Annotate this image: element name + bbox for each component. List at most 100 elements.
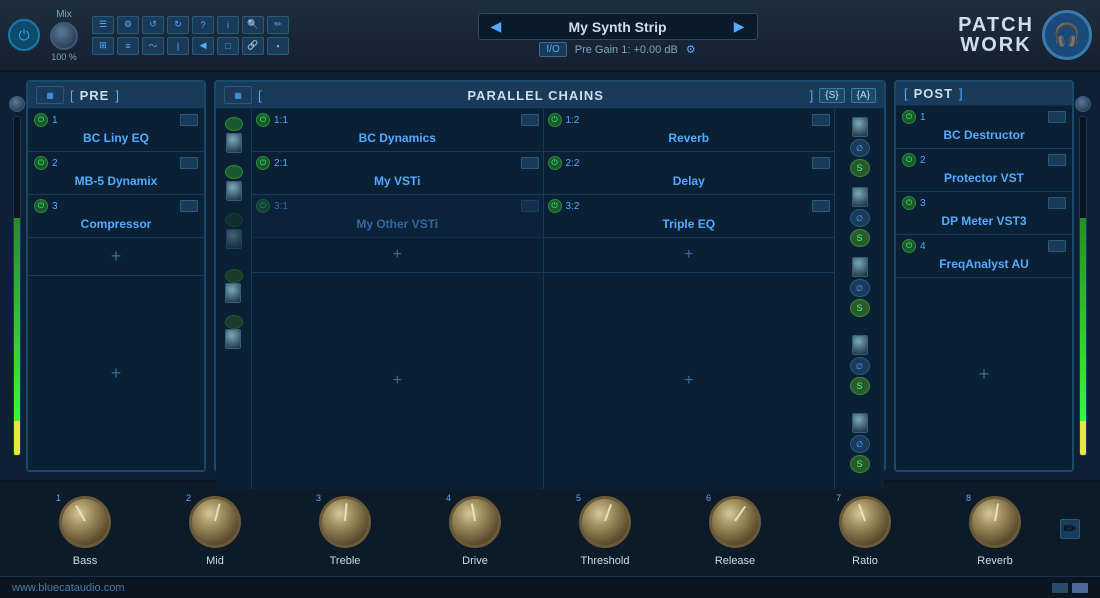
chain1-add2[interactable]: + bbox=[252, 273, 543, 489]
chain2-plugin3-name[interactable]: Triple EQ bbox=[548, 215, 831, 233]
post-slot4-menu[interactable] bbox=[1048, 240, 1066, 252]
chain1-add1[interactable]: + bbox=[252, 238, 543, 273]
chain1-power[interactable] bbox=[225, 117, 243, 131]
preset-next-arrow[interactable]: ▶ bbox=[734, 18, 745, 35]
chain2-slot3-power[interactable]: ⏻ bbox=[548, 199, 562, 213]
knob-drive[interactable] bbox=[449, 496, 501, 548]
vol-icon[interactable]: ▪ bbox=[267, 37, 289, 55]
link-icon[interactable]: 🔗 bbox=[242, 37, 264, 55]
conn3-s[interactable]: S bbox=[850, 299, 870, 317]
chain1-plugin1-name[interactable]: BC Dynamics bbox=[256, 129, 539, 147]
redo-icon[interactable]: ↻ bbox=[167, 16, 189, 34]
conn5-knob[interactable] bbox=[852, 413, 868, 433]
post-slot1-menu[interactable] bbox=[1048, 111, 1066, 123]
footer-btn-2[interactable] bbox=[1072, 583, 1088, 593]
window-icon[interactable]: □ bbox=[217, 37, 239, 55]
post-slot3-power[interactable]: ⏻ bbox=[902, 196, 916, 210]
grid-icon[interactable]: ⊞ bbox=[92, 37, 114, 55]
chain1-slot2-power[interactable]: ⏻ bbox=[256, 156, 270, 170]
post-slot2-menu[interactable] bbox=[1048, 154, 1066, 166]
chain2-slot2-power[interactable]: ⏻ bbox=[548, 156, 562, 170]
pre-slot3-power[interactable]: ⏻ bbox=[34, 199, 48, 213]
chain3-knob[interactable] bbox=[226, 229, 242, 249]
knob-treble[interactable] bbox=[319, 496, 371, 548]
chain2-add2[interactable]: + bbox=[544, 273, 835, 489]
pre-plugin2-name[interactable]: MB-5 Dynamix bbox=[34, 172, 198, 190]
zoom-icon[interactable]: 🔍 bbox=[242, 16, 264, 34]
power-button[interactable]: ⏻ bbox=[8, 19, 40, 51]
edit-pencil-icon[interactable]: ✏ bbox=[1060, 519, 1080, 539]
pre-add-slot-2[interactable]: + bbox=[28, 276, 204, 470]
settings2-icon[interactable]: ⚙ bbox=[686, 43, 696, 56]
pre-slot3-menu[interactable] bbox=[180, 200, 198, 212]
chain1-slot2-menu[interactable] bbox=[521, 157, 539, 169]
io-button[interactable]: I/O bbox=[539, 42, 566, 57]
chain1-slot1-menu[interactable] bbox=[521, 114, 539, 126]
post-plugin2-name[interactable]: Protector VST bbox=[902, 169, 1066, 187]
edit2-icon[interactable]: ✏ bbox=[267, 16, 289, 34]
chain4-knob[interactable] bbox=[225, 283, 241, 303]
knob-ratio[interactable] bbox=[839, 496, 891, 548]
preset-prev-arrow[interactable]: ◀ bbox=[491, 18, 502, 35]
conn1-knob[interactable] bbox=[852, 117, 868, 137]
chain2-slot3-menu[interactable] bbox=[812, 200, 830, 212]
menu-icon[interactable]: ☰ bbox=[92, 16, 114, 34]
chain2-slot1-power[interactable]: ⏻ bbox=[548, 113, 562, 127]
conn1-btn[interactable]: ∅ bbox=[850, 139, 870, 157]
chain2-slot1-menu[interactable] bbox=[812, 114, 830, 126]
conn5-btn[interactable]: ∅ bbox=[850, 435, 870, 453]
knob-reverb[interactable] bbox=[969, 496, 1021, 548]
conn4-s[interactable]: S bbox=[850, 377, 870, 395]
mix-knob[interactable] bbox=[50, 22, 78, 50]
footer-btn-1[interactable] bbox=[1052, 583, 1068, 593]
undo-icon[interactable]: ↺ bbox=[142, 16, 164, 34]
post-plugin1-name[interactable]: BC Destructor bbox=[902, 126, 1066, 144]
post-add-slot[interactable]: + bbox=[896, 278, 1072, 470]
post-plugin4-name[interactable]: FreqAnalyst AU bbox=[902, 255, 1066, 273]
list-icon[interactable]: ≡ bbox=[117, 37, 139, 55]
meter-left-knob[interactable] bbox=[9, 96, 25, 112]
parallel-badge2[interactable]: {A} bbox=[851, 88, 876, 103]
knob-threshold[interactable] bbox=[579, 496, 631, 548]
chain2-plugin2-name[interactable]: Delay bbox=[548, 172, 831, 190]
conn2-s[interactable]: S bbox=[850, 229, 870, 247]
bar-icon[interactable]: | bbox=[167, 37, 189, 55]
help-icon[interactable]: ? bbox=[192, 16, 214, 34]
post-slot2-power[interactable]: ⏻ bbox=[902, 153, 916, 167]
info-icon[interactable]: i bbox=[217, 16, 239, 34]
parallel-badge1[interactable]: {S} bbox=[819, 88, 844, 103]
chain4-power[interactable] bbox=[225, 269, 243, 283]
conn4-btn[interactable]: ∅ bbox=[850, 357, 870, 375]
pre-slot1-power[interactable]: ⏻ bbox=[34, 113, 48, 127]
conn5-s[interactable]: S bbox=[850, 455, 870, 473]
pre-slot1-menu[interactable] bbox=[180, 114, 198, 126]
chain5-knob[interactable] bbox=[225, 329, 241, 349]
pre-plugin1-name[interactable]: BC Liny EQ bbox=[34, 129, 198, 147]
chain2-add1[interactable]: + bbox=[544, 238, 835, 273]
chain2-power[interactable] bbox=[225, 165, 243, 179]
knob-release[interactable] bbox=[709, 496, 761, 548]
chain3-power[interactable] bbox=[225, 213, 243, 227]
conn3-knob[interactable] bbox=[852, 257, 868, 277]
chain1-slot3-power[interactable]: ⏻ bbox=[256, 199, 270, 213]
knob-mid[interactable] bbox=[189, 496, 241, 548]
chain1-plugin3-name[interactable]: My Other VSTi bbox=[256, 215, 539, 233]
wave-icon[interactable]: 〜 bbox=[142, 37, 164, 55]
conn1-s[interactable]: S bbox=[850, 159, 870, 177]
post-plugin3-name[interactable]: DP Meter VST3 bbox=[902, 212, 1066, 230]
knob-bass[interactable] bbox=[59, 496, 111, 548]
chain1-plugin2-name[interactable]: My VSTi bbox=[256, 172, 539, 190]
conn2-btn[interactable]: ∅ bbox=[850, 209, 870, 227]
post-slot1-power[interactable]: ⏻ bbox=[902, 110, 916, 124]
post-slot3-menu[interactable] bbox=[1048, 197, 1066, 209]
chain5-power[interactable] bbox=[225, 315, 243, 329]
chain2-knob[interactable] bbox=[226, 181, 242, 201]
meter-right-knob[interactable] bbox=[1075, 96, 1091, 112]
pre-add-slot-1[interactable]: + bbox=[28, 238, 204, 276]
conn3-btn[interactable]: ∅ bbox=[850, 279, 870, 297]
settings-icon[interactable]: ⚙ bbox=[117, 16, 139, 34]
chain1-slot3-menu[interactable] bbox=[521, 200, 539, 212]
pre-slot2-power[interactable]: ⏻ bbox=[34, 156, 48, 170]
back-icon[interactable]: ◀ bbox=[192, 37, 214, 55]
chain1-slot1-power[interactable]: ⏻ bbox=[256, 113, 270, 127]
